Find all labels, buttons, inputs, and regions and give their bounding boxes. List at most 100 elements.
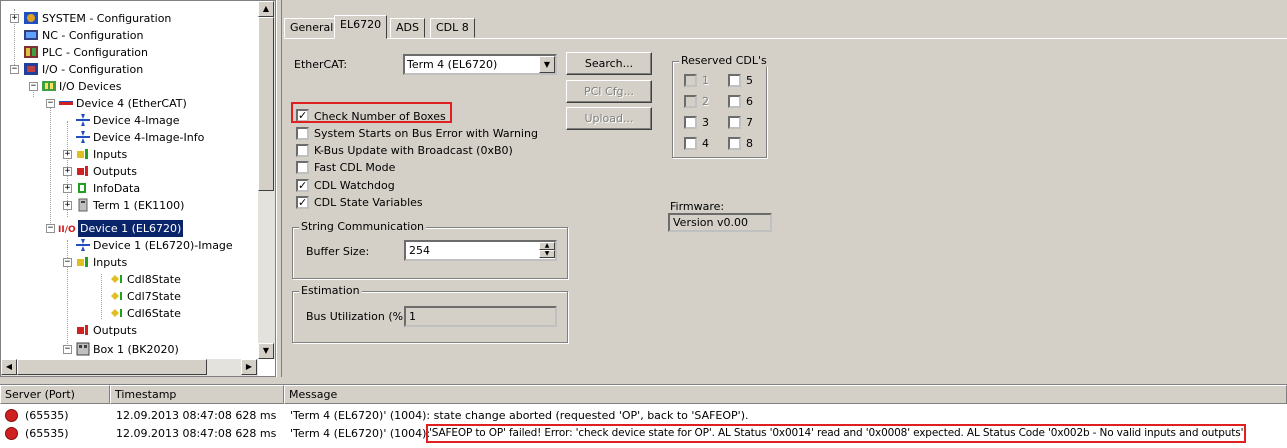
collapse-icon[interactable]: −: [63, 345, 72, 354]
inputs-icon: [77, 149, 88, 159]
scroll-thumb[interactable]: [17, 359, 207, 375]
box-icon: [76, 342, 90, 356]
tree-item-inputs-2[interactable]: − Inputs: [1, 254, 271, 271]
cdl-watchdog-checkbox[interactable]: ✓: [296, 179, 309, 192]
tree-item-nc[interactable]: NC - Configuration: [1, 27, 271, 44]
error-stop-icon: [5, 409, 18, 422]
devices-icon: [42, 81, 56, 91]
tab-el6720[interactable]: EL6720: [334, 15, 388, 39]
upload-button[interactable]: Upload...: [566, 107, 652, 130]
reserved-cdl-6-checkbox[interactable]: [728, 95, 741, 108]
tree-item-label: Cdl6State: [127, 307, 181, 320]
expand-icon[interactable]: +: [63, 184, 72, 193]
tree-item-outputs-2[interactable]: Outputs: [1, 322, 271, 339]
highlight-box: [291, 102, 452, 123]
tree-view[interactable]: + SYSTEM - Configuration NC - Configurat…: [0, 0, 276, 377]
tab-cdl8[interactable]: CDL 8: [430, 18, 475, 38]
tab-ads[interactable]: ADS: [390, 18, 425, 38]
collapse-icon[interactable]: −: [29, 82, 38, 91]
cdl-state-variables-checkbox[interactable]: ✓: [296, 196, 309, 209]
cdl-watchdog-label: CDL Watchdog: [314, 179, 395, 192]
collapse-icon[interactable]: −: [10, 65, 19, 74]
tree-item-label: Term 1 (EK1100): [93, 199, 185, 212]
buffer-size-label: Buffer Size:: [306, 245, 370, 258]
search-button[interactable]: Search...: [566, 52, 652, 75]
expand-icon[interactable]: +: [63, 201, 72, 210]
tree-item-label: Inputs: [93, 148, 128, 161]
tab-general[interactable]: General: [284, 18, 340, 38]
io-device-icon: II/O: [58, 225, 76, 235]
tree-item-term1[interactable]: + Term 1 (EK1100): [1, 197, 271, 214]
column-server-port[interactable]: Server (Port): [0, 385, 110, 404]
tree-item-device4-image[interactable]: Device 4-Image: [1, 112, 271, 129]
reserved-cdl-8-checkbox[interactable]: [728, 137, 741, 150]
reserved-cdls-title: Reserved CDL's: [679, 54, 769, 67]
chevron-down-icon[interactable]: ▼: [539, 56, 555, 73]
reserved-cdl-2-checkbox[interactable]: [684, 95, 697, 108]
log-message-prefix: 'Term 4 (EL6720)' (1004):: [290, 427, 431, 440]
column-message[interactable]: Message: [284, 385, 1287, 404]
pci-cfg-button[interactable]: PCI Cfg...: [566, 80, 652, 103]
tree-horizontal-scrollbar[interactable]: ◀ ▶: [1, 359, 258, 376]
outputs-icon: [77, 325, 88, 335]
tree-item-label: Device 1 (EL6720)-Image: [93, 239, 233, 252]
tree-item-label: SYSTEM - Configuration: [42, 12, 172, 25]
reserved-cdl-7-label: 7: [746, 116, 753, 129]
system-starts-warning-label: System Starts on Bus Error with Warning: [314, 127, 538, 140]
tree-item-label: Device 4-Image-Info: [93, 131, 205, 144]
tree-item-outputs[interactable]: + Outputs: [1, 163, 271, 180]
log-panel[interactable]: Server (Port) Timestamp Message (65535) …: [0, 384, 1287, 448]
system-starts-warning-checkbox[interactable]: [296, 127, 309, 140]
tree-item-cdl6state[interactable]: Cdl6State: [1, 305, 271, 322]
kbus-broadcast-checkbox[interactable]: [296, 144, 309, 157]
image-icon: [76, 239, 90, 251]
tree-item-label: PLC - Configuration: [42, 46, 149, 59]
tree-item-device4-image-info[interactable]: Device 4-Image-Info: [1, 129, 271, 146]
log-server: (65535): [25, 409, 69, 422]
tree-item-cdl7state[interactable]: Cdl7State: [1, 288, 271, 305]
tree-item-box1[interactable]: − Box 1 (BK2020): [1, 341, 271, 358]
collapse-icon[interactable]: −: [63, 258, 72, 267]
tree-item-io[interactable]: − I/O - Configuration: [1, 61, 271, 78]
tree-item-inputs[interactable]: + Inputs: [1, 146, 271, 163]
tree-item-device1-image[interactable]: Device 1 (EL6720)-Image: [1, 237, 271, 254]
log-row[interactable]: (65535) 12.09.2013 08:47:08 628 ms 'Term…: [0, 407, 1287, 424]
scroll-down-icon[interactable]: ▼: [258, 343, 274, 359]
collapse-icon[interactable]: −: [46, 99, 55, 108]
tree-item-device1[interactable]: − II/O Device 1 (EL6720): [1, 220, 271, 237]
scroll-up-icon[interactable]: ▲: [258, 1, 274, 17]
reserved-cdl-1-checkbox[interactable]: [684, 74, 697, 87]
tree-vertical-scrollbar[interactable]: ▲ ▼: [258, 1, 275, 359]
variable-input-icon: [111, 292, 122, 300]
panel-splitter[interactable]: [276, 0, 282, 377]
scroll-left-icon[interactable]: ◀: [1, 359, 17, 375]
scroll-thumb[interactable]: [258, 17, 274, 191]
expand-icon[interactable]: +: [63, 167, 72, 176]
spin-down-icon[interactable]: ▼: [539, 250, 555, 258]
tree-item-label: Box 1 (BK2020): [93, 343, 179, 356]
ethercat-select[interactable]: Term 4 (EL6720) ▼: [403, 54, 557, 75]
expand-icon[interactable]: +: [63, 150, 72, 159]
tree-item-label: I/O Devices: [59, 80, 122, 93]
scroll-right-icon[interactable]: ▶: [241, 359, 257, 375]
collapse-icon[interactable]: −: [46, 224, 55, 233]
spin-up-icon[interactable]: ▲: [539, 242, 555, 250]
log-message-highlight: 'SAFEOP to OP' failed! Error: 'check dev…: [426, 424, 1247, 443]
reserved-cdl-4-checkbox[interactable]: [684, 137, 697, 150]
column-timestamp[interactable]: Timestamp: [110, 385, 284, 404]
fast-cdl-mode-checkbox[interactable]: [296, 161, 309, 174]
tree-item-label: InfoData: [93, 182, 141, 195]
tree-item-io-devices[interactable]: − I/O Devices: [1, 78, 271, 95]
log-row[interactable]: (65535) 12.09.2013 08:47:08 628 ms 'Term…: [0, 424, 1287, 443]
tree-item-infodata[interactable]: + InfoData: [1, 180, 271, 197]
tree-item-system[interactable]: + SYSTEM - Configuration: [1, 10, 271, 27]
reserved-cdl-5-checkbox[interactable]: [728, 74, 741, 87]
reserved-cdl-7-checkbox[interactable]: [728, 116, 741, 129]
reserved-cdl-5-label: 5: [746, 74, 753, 87]
reserved-cdl-3-checkbox[interactable]: [684, 116, 697, 129]
tree-item-cdl8state[interactable]: Cdl8State: [1, 271, 271, 288]
buffer-size-input[interactable]: 254 ▲ ▼: [404, 240, 557, 261]
expand-icon[interactable]: +: [10, 14, 19, 23]
tree-item-device4[interactable]: − Device 4 (EtherCAT): [1, 95, 271, 112]
tree-item-plc[interactable]: PLC - Configuration: [1, 44, 271, 61]
